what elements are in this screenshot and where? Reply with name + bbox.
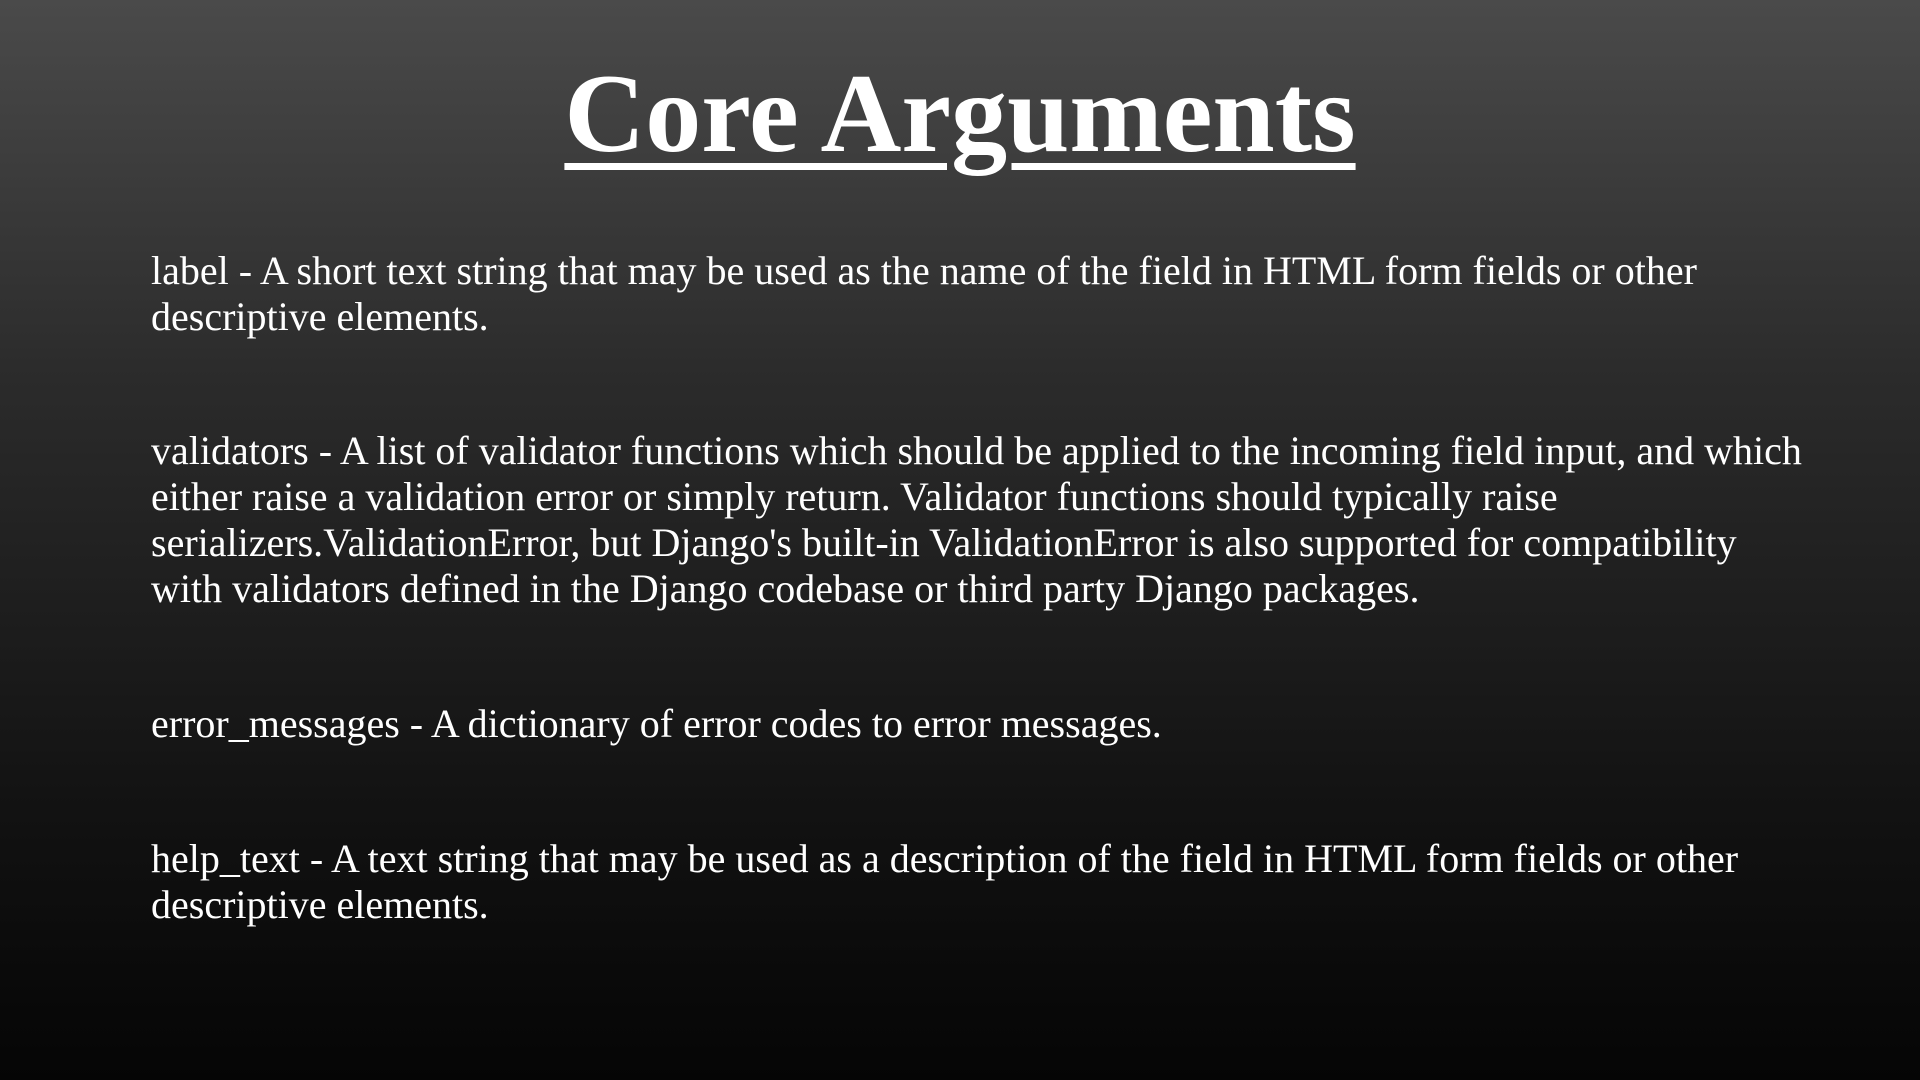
argument-help-text: help_text - A text string that may be us…: [151, 836, 1739, 927]
argument-error-messages: error_messages - A dictionary of error c…: [151, 701, 1162, 746]
argument-label: label - A short text string that may be …: [151, 248, 1697, 339]
argument-validators: validators - A list of validator functio…: [151, 428, 1802, 611]
slide-title: Core Arguments: [564, 52, 1356, 176]
slide: Core Arguments label - A short text stri…: [0, 0, 1920, 1080]
